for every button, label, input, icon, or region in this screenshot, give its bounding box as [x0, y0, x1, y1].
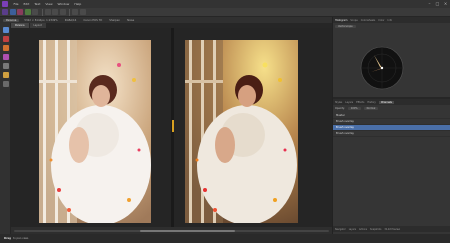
- develop-persona-icon[interactable]: [17, 9, 23, 15]
- toolbar-divider: [41, 8, 43, 16]
- menu-text[interactable]: Text: [32, 2, 43, 6]
- erase-brush-icon[interactable]: [2, 54, 9, 60]
- after-image: [185, 40, 298, 223]
- document-info: 5322 × 8144px, 1:2349%: [24, 18, 58, 22]
- status-text: to pan view.: [13, 237, 29, 240]
- export-persona-icon[interactable]: [32, 9, 38, 15]
- menu-help[interactable]: Help: [72, 2, 84, 6]
- opacity-label: Opacity:: [335, 106, 345, 110]
- tab-actions[interactable]: Actions: [359, 228, 367, 231]
- before-image: [39, 40, 151, 223]
- scope-header: Vectorscope: [333, 23, 450, 29]
- gradient-tool-icon[interactable]: [2, 63, 9, 69]
- window-controls: – □ ×: [427, 1, 448, 6]
- tab-snapshots[interactable]: Snapshots: [370, 228, 381, 231]
- opacity-value[interactable]: 100%: [347, 106, 361, 110]
- tab-layers-bottom[interactable]: Layers: [349, 228, 356, 231]
- camera-info: Canon EOS 7D: [83, 18, 103, 22]
- scroll-track[interactable]: [14, 229, 329, 232]
- tab-history[interactable]: History: [367, 101, 376, 104]
- color-format: RGBA/16: [64, 18, 77, 22]
- tab-32bit-preview[interactable]: 32-bit Preview: [384, 228, 400, 231]
- move-tool-icon[interactable]: [2, 27, 9, 33]
- tab-info[interactable]: Info: [388, 19, 393, 22]
- scroll-thumb[interactable]: [140, 229, 235, 232]
- tab-scope[interactable]: Scope: [350, 19, 357, 22]
- tab-effects[interactable]: Effects: [356, 101, 364, 104]
- paint-brush-icon[interactable]: [2, 45, 9, 51]
- tab-channels[interactable]: Channels: [378, 100, 394, 104]
- status-bar: Drag to pan view.: [0, 234, 450, 243]
- vectorscope-display: [360, 46, 404, 90]
- crop-tool-icon[interactable]: [72, 9, 78, 15]
- split-handle[interactable]: [171, 120, 174, 132]
- main-toolbar: [0, 8, 450, 17]
- menu-bar: File Edit Text View Window Help – □ ×: [0, 0, 450, 8]
- toolbar-divider: [69, 8, 70, 16]
- hand-tool-icon[interactable]: [52, 9, 58, 15]
- clone-tool-icon[interactable]: [2, 72, 9, 78]
- tab-colorwheels[interactable]: Colorwheels: [361, 19, 376, 22]
- status-action: Drag: [4, 237, 12, 240]
- maximize-icon[interactable]: □: [435, 1, 440, 6]
- tab-color[interactable]: Color: [378, 19, 384, 22]
- tab-layers[interactable]: Layers: [345, 101, 353, 104]
- tab-histogram[interactable]: Histogram: [335, 19, 347, 22]
- layer-row[interactable]: Brush overlay: [333, 131, 450, 137]
- healing-tool-icon[interactable]: [2, 81, 9, 87]
- tone-mapping-persona-icon[interactable]: [24, 9, 31, 15]
- layers-options: Opacity: 100% Normal: [333, 105, 450, 111]
- menu-window[interactable]: Window: [55, 2, 72, 6]
- tab-styles[interactable]: Styles: [335, 101, 342, 104]
- canvas-scrollbar[interactable]: [11, 227, 332, 234]
- close-icon[interactable]: ×: [443, 1, 448, 6]
- scope-mode-select[interactable]: Vectorscope: [335, 24, 356, 28]
- photo-persona-icon[interactable]: [2, 9, 8, 15]
- tab-navigator[interactable]: Navigator: [335, 228, 346, 231]
- selection-brush-icon[interactable]: [2, 36, 9, 42]
- sharpen-option[interactable]: Sharpen: [107, 19, 122, 22]
- persona-chip[interactable]: Persona: [3, 18, 20, 22]
- tools-panel: [0, 23, 11, 234]
- menu-file[interactable]: File: [11, 2, 21, 6]
- noise-option[interactable]: Noise: [125, 19, 136, 22]
- minimize-icon[interactable]: –: [427, 1, 432, 6]
- bottom-panel-tabs: Navigator Layers Actions Snapshots 32-bi…: [333, 226, 450, 232]
- view-tool-icon[interactable]: [44, 9, 51, 15]
- liquify-persona-icon[interactable]: [9, 9, 16, 15]
- brush-tool-icon[interactable]: [79, 9, 86, 15]
- blend-mode-select[interactable]: Normal: [363, 106, 379, 110]
- zoom-tool-icon[interactable]: [59, 9, 66, 15]
- menu-edit[interactable]: Edit: [21, 2, 32, 6]
- menu-view[interactable]: View: [43, 2, 55, 6]
- app-logo-icon: [2, 1, 8, 7]
